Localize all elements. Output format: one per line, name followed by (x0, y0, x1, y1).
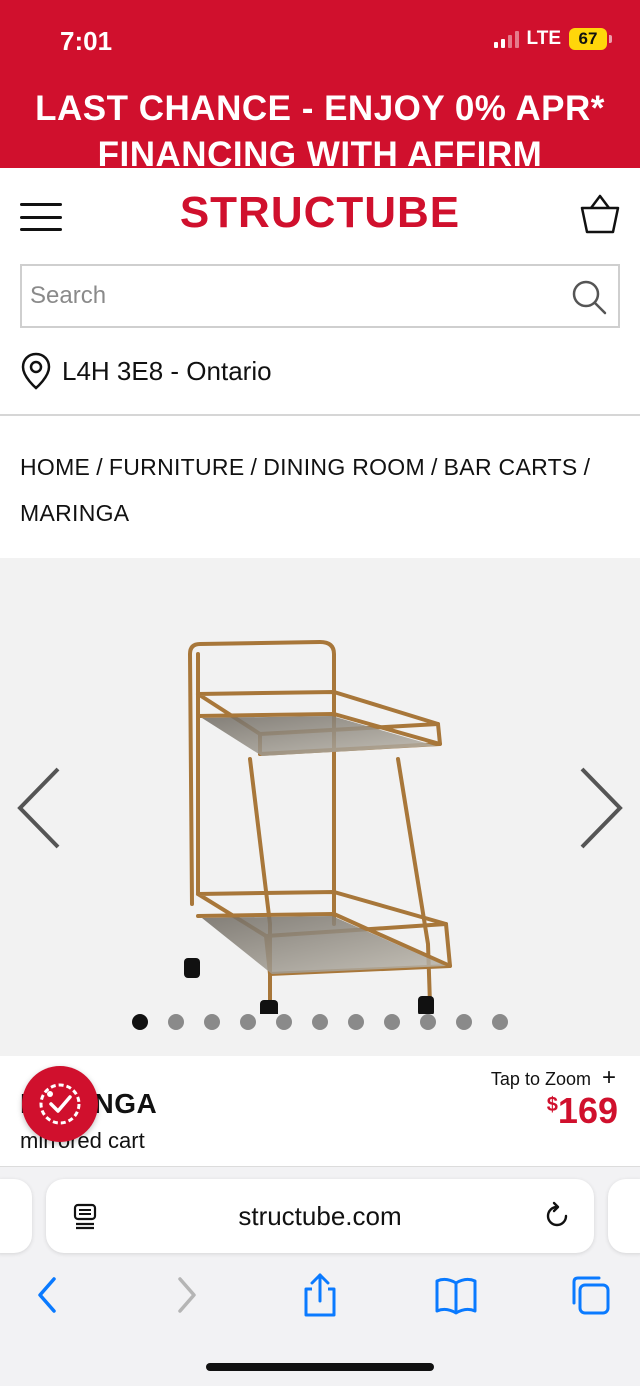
promo-line-2: FINANCING WITH AFFIRM (97, 135, 543, 168)
tap-to-zoom-label: Tap to Zoom (490, 1069, 591, 1089)
gallery-dot[interactable] (420, 1014, 436, 1030)
product-gallery[interactable] (0, 558, 640, 1056)
forward-icon[interactable] (164, 1273, 208, 1317)
discount-tag-icon (39, 1083, 81, 1125)
search-icon[interactable] (570, 278, 608, 316)
location-label: L4H 3E8 - Ontario (62, 355, 272, 386)
site-header: STRUCTUBE L4H 3E8 - Ontario (0, 168, 640, 416)
battery-icon: 67 (569, 28, 612, 50)
network-label: LTE (526, 28, 561, 49)
next-image-arrow-icon[interactable] (576, 763, 626, 853)
product-price: $169 (547, 1090, 618, 1132)
currency-symbol: $ (546, 1094, 558, 1116)
menu-icon[interactable] (20, 200, 62, 234)
tap-to-zoom[interactable]: Tap to Zoom + (491, 1064, 616, 1092)
next-tab-peek[interactable] (608, 1179, 640, 1253)
gallery-dot[interactable] (312, 1014, 328, 1030)
share-icon[interactable] (298, 1273, 342, 1317)
breadcrumb-home[interactable]: HOME (20, 454, 90, 480)
gallery-dot[interactable] (240, 1014, 256, 1030)
gallery-dot[interactable] (132, 1014, 148, 1030)
battery-level: 67 (569, 28, 607, 50)
prev-image-arrow-icon[interactable] (14, 763, 64, 853)
cart-icon[interactable] (578, 192, 622, 236)
signal-icon (493, 30, 519, 48)
price-value: 169 (557, 1090, 618, 1131)
breadcrumb-dining-room[interactable]: DINING ROOM (263, 454, 425, 480)
breadcrumb-furniture[interactable]: FURNITURE (109, 454, 245, 480)
gallery-pagination (0, 1014, 640, 1030)
search-box (20, 264, 620, 328)
gallery-dot[interactable] (456, 1014, 472, 1030)
breadcrumb: HOME / FURNITURE / DINING ROOM / BAR CARTS / MAR… (20, 454, 591, 526)
url-text: structube.com (238, 1201, 402, 1231)
location-selector[interactable]: L4H 3E8 - Ontario (20, 352, 272, 390)
status-indicators: LTE 67 (493, 28, 612, 50)
gallery-dot[interactable] (384, 1014, 400, 1030)
browser-toolbar (0, 1273, 640, 1317)
previous-tab-peek[interactable] (0, 1179, 32, 1253)
home-indicator[interactable] (206, 1363, 434, 1371)
breadcrumb-bar-carts[interactable]: BAR CARTS (444, 454, 578, 480)
promo-line-1: LAST CHANCE - ENJOY 0% APR* (35, 89, 605, 128)
plus-icon: + (601, 1064, 616, 1091)
search-input[interactable] (22, 266, 542, 326)
gallery-dot[interactable] (168, 1014, 184, 1030)
promo-badge-button[interactable] (22, 1066, 98, 1142)
browser-chrome: structube.com (0, 1166, 640, 1386)
status-time: 7:01 (60, 26, 113, 56)
top-banner: 7:01 LTE 67 LAST CHANCE - ENJOY 0% APR* … (0, 0, 640, 168)
gallery-dot[interactable] (204, 1014, 220, 1030)
tabs-icon[interactable] (568, 1273, 612, 1317)
gallery-dot[interactable] (276, 1014, 292, 1030)
site-logo: STRUCTUBE (179, 188, 461, 237)
promo-banner[interactable]: LAST CHANCE - ENJOY 0% APR* FINANCING WI… (0, 86, 640, 168)
product-image (184, 640, 452, 1014)
location-pin-icon (21, 352, 51, 390)
reload-icon[interactable] (542, 1201, 572, 1231)
bookmarks-icon[interactable] (434, 1273, 478, 1317)
back-icon[interactable] (26, 1273, 70, 1317)
gallery-dot[interactable] (348, 1014, 364, 1030)
gallery-dot[interactable] (492, 1014, 508, 1030)
breadcrumb-current: MARINGA (20, 500, 130, 526)
address-bar[interactable]: structube.com (46, 1179, 594, 1253)
